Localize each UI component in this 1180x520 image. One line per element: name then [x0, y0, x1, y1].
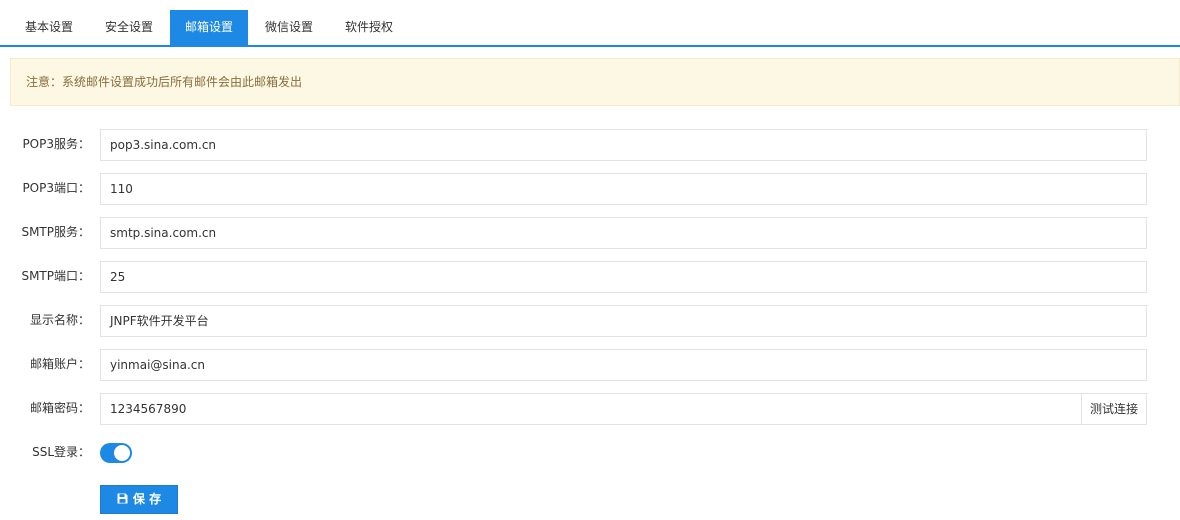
form-row-smtp-port: SMTP端口： 25 [0, 261, 1180, 293]
floppy-disk-icon [117, 493, 128, 504]
test-connection-button[interactable]: 测试连接 [1081, 393, 1147, 425]
smtp-server-input[interactable]: smtp.sina.com.cn [100, 217, 1147, 249]
pop3-port-input[interactable]: 110 [100, 173, 1147, 205]
form-row-display-name: 显示名称： JNPF软件开发平台 [0, 305, 1180, 337]
tab-basic-settings[interactable]: 基本设置 [10, 10, 88, 45]
form-row-pop3-port: POP3端口： 110 [0, 173, 1180, 205]
email-account-input[interactable]: yinmai@sina.cn [100, 349, 1147, 381]
display-name-label: 显示名称： [29, 313, 90, 327]
ssl-login-label: SSL登录： [32, 445, 90, 459]
display-name-input[interactable]: JNPF软件开发平台 [100, 305, 1147, 337]
email-account-label: 邮箱账户： [29, 357, 90, 371]
email-password-label: 邮箱密码： [29, 401, 90, 415]
tab-email-settings[interactable]: 邮箱设置 [170, 10, 248, 45]
form-row-pop3-server: POP3服务： pop3.sina.com.cn [0, 129, 1180, 161]
toggle-knob [114, 445, 130, 461]
smtp-port-input[interactable]: 25 [100, 261, 1147, 293]
save-button-label: 保 存 [132, 492, 162, 506]
pop3-server-label: POP3服务： [22, 137, 90, 151]
email-password-input[interactable]: 1234567890 [100, 393, 1082, 425]
smtp-server-label: SMTP服务： [21, 225, 90, 239]
form-row-email-account: 邮箱账户： yinmai@sina.cn [0, 349, 1180, 381]
form-row-email-password: 邮箱密码： 1234567890 测试连接 [0, 393, 1180, 425]
tab-wechat-settings[interactable]: 微信设置 [250, 10, 328, 45]
form-row-smtp-server: SMTP服务： smtp.sina.com.cn [0, 217, 1180, 249]
ssl-login-toggle[interactable] [100, 443, 132, 463]
tab-bar: 基本设置 安全设置 邮箱设置 微信设置 软件授权 [0, 0, 1180, 47]
pop3-port-label: POP3端口： [22, 181, 90, 195]
save-button[interactable]: 保 存 [100, 485, 178, 514]
tab-software-license[interactable]: 软件授权 [330, 10, 408, 45]
notice-alert: 注意：系统邮件设置成功后所有邮件会由此邮箱发出 [10, 58, 1180, 106]
tab-security-settings[interactable]: 安全设置 [90, 10, 168, 45]
pop3-server-input[interactable]: pop3.sina.com.cn [100, 129, 1147, 161]
form-row-ssl-login: SSL登录： [0, 437, 1180, 469]
smtp-port-label: SMTP端口： [21, 269, 90, 283]
